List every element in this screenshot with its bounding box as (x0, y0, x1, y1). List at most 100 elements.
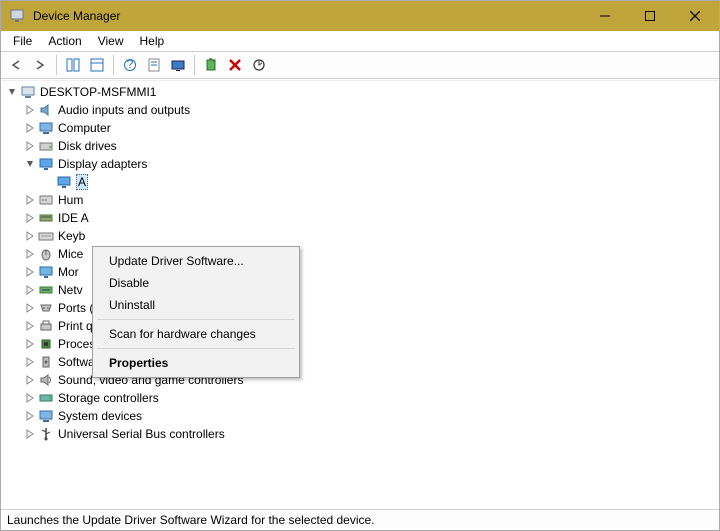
tree-item-display[interactable]: Display adapters (2, 155, 718, 173)
expand-icon[interactable] (24, 392, 36, 404)
tree-item-storage[interactable]: Storage controllers (2, 389, 718, 407)
context-menu: Update Driver Software... Disable Uninst… (92, 246, 300, 378)
tree-label: Universal Serial Bus controllers (58, 427, 225, 441)
tree-label: A (76, 174, 88, 190)
expand-icon[interactable] (24, 104, 36, 116)
menu-view[interactable]: View (90, 32, 132, 50)
expand-icon[interactable] (24, 248, 36, 260)
cpu-icon (38, 336, 54, 352)
properties-button[interactable] (143, 54, 165, 76)
menu-help[interactable]: Help (132, 32, 173, 50)
maximize-button[interactable] (627, 2, 672, 30)
monitor-icon (38, 264, 54, 280)
tree-item-usb[interactable]: Universal Serial Bus controllers (2, 425, 718, 443)
network-icon (38, 282, 54, 298)
ctx-uninstall[interactable]: Uninstall (95, 294, 297, 316)
ctx-separator (97, 348, 295, 349)
expand-icon[interactable] (24, 266, 36, 278)
tree-label: Storage controllers (58, 391, 159, 405)
expand-icon[interactable] (24, 140, 36, 152)
update-driver-button[interactable] (167, 54, 189, 76)
expand-icon[interactable] (24, 194, 36, 206)
tree-item-display-adapter[interactable]: A (2, 173, 718, 191)
ctx-separator (97, 319, 295, 320)
tree-label: Mor (58, 265, 79, 279)
tree-label: Audio inputs and outputs (58, 103, 190, 117)
tree-label: System devices (58, 409, 142, 423)
tree-label: Mice (58, 247, 83, 261)
enable-button[interactable] (200, 54, 222, 76)
expand-icon[interactable] (24, 302, 36, 314)
expand-icon[interactable] (24, 212, 36, 224)
app-icon (9, 8, 25, 24)
ctx-disable[interactable]: Disable (95, 272, 297, 294)
svg-text:?: ? (127, 58, 134, 71)
tree-item-system[interactable]: System devices (2, 407, 718, 425)
audio-icon (38, 102, 54, 118)
computer-icon (38, 120, 54, 136)
collapse-icon[interactable] (6, 86, 18, 98)
show-hide-button[interactable] (62, 54, 84, 76)
ports-icon (38, 300, 54, 316)
expand-icon[interactable] (24, 230, 36, 242)
minimize-button[interactable] (582, 2, 627, 30)
titlebar: Device Manager (1, 1, 719, 31)
expand-icon[interactable] (24, 338, 36, 350)
hid-icon (38, 192, 54, 208)
tree-label: Disk drives (58, 139, 117, 153)
expand-icon[interactable] (24, 410, 36, 422)
uninstall-button[interactable] (224, 54, 246, 76)
tree-item-disk[interactable]: Disk drives (2, 137, 718, 155)
mouse-icon (38, 246, 54, 262)
software-icon (38, 354, 54, 370)
keyboard-icon (38, 228, 54, 244)
statusbar-text: Launches the Update Driver Software Wiza… (7, 513, 375, 527)
expand-icon[interactable] (24, 428, 36, 440)
device-tree-pane: DESKTOP-MSFMMI1 Audio inputs and outputs… (2, 80, 718, 508)
sound-icon (38, 372, 54, 388)
tree-label: IDE A (58, 211, 89, 225)
close-button[interactable] (672, 2, 717, 30)
expand-icon[interactable] (24, 122, 36, 134)
tree-label: Computer (58, 121, 111, 135)
menu-file[interactable]: File (5, 32, 40, 50)
storage-icon (38, 390, 54, 406)
collapse-icon[interactable] (24, 158, 36, 170)
computer-icon (20, 84, 36, 100)
forward-button[interactable] (29, 54, 51, 76)
tree-item-computer[interactable]: Computer (2, 119, 718, 137)
usb-icon (38, 426, 54, 442)
tree-root-label: DESKTOP-MSFMMI1 (40, 85, 156, 99)
ctx-properties[interactable]: Properties (95, 352, 297, 374)
menu-action[interactable]: Action (40, 32, 89, 50)
system-icon (38, 408, 54, 424)
toolbar-separator (194, 55, 195, 75)
expand-icon[interactable] (24, 356, 36, 368)
back-button[interactable] (5, 54, 27, 76)
tree-item-audio[interactable]: Audio inputs and outputs (2, 101, 718, 119)
printer-icon (38, 318, 54, 334)
help-button[interactable]: ? (119, 54, 141, 76)
toolbar: ? (1, 51, 719, 79)
toolbar-separator (56, 55, 57, 75)
disk-icon (38, 138, 54, 154)
tree-label: Netv (58, 283, 83, 297)
ctx-scan[interactable]: Scan for hardware changes (95, 323, 297, 345)
window-title: Device Manager (31, 9, 582, 23)
expand-icon[interactable] (24, 284, 36, 296)
toolbar-separator (113, 55, 114, 75)
ide-icon (38, 210, 54, 226)
tree-label: Keyb (58, 229, 85, 243)
expand-icon[interactable] (24, 374, 36, 386)
display-icon (38, 156, 54, 172)
tree-label: Hum (58, 193, 83, 207)
tree-item-ide[interactable]: IDE A (2, 209, 718, 227)
ctx-update-driver[interactable]: Update Driver Software... (95, 250, 297, 272)
tree-item-keyboards[interactable]: Keyb (2, 227, 718, 245)
scan-button[interactable] (248, 54, 270, 76)
view-button[interactable] (86, 54, 108, 76)
tree-root[interactable]: DESKTOP-MSFMMI1 (2, 83, 718, 101)
menubar: File Action View Help (1, 31, 719, 51)
tree-item-hid[interactable]: Hum (2, 191, 718, 209)
expand-icon[interactable] (24, 320, 36, 332)
